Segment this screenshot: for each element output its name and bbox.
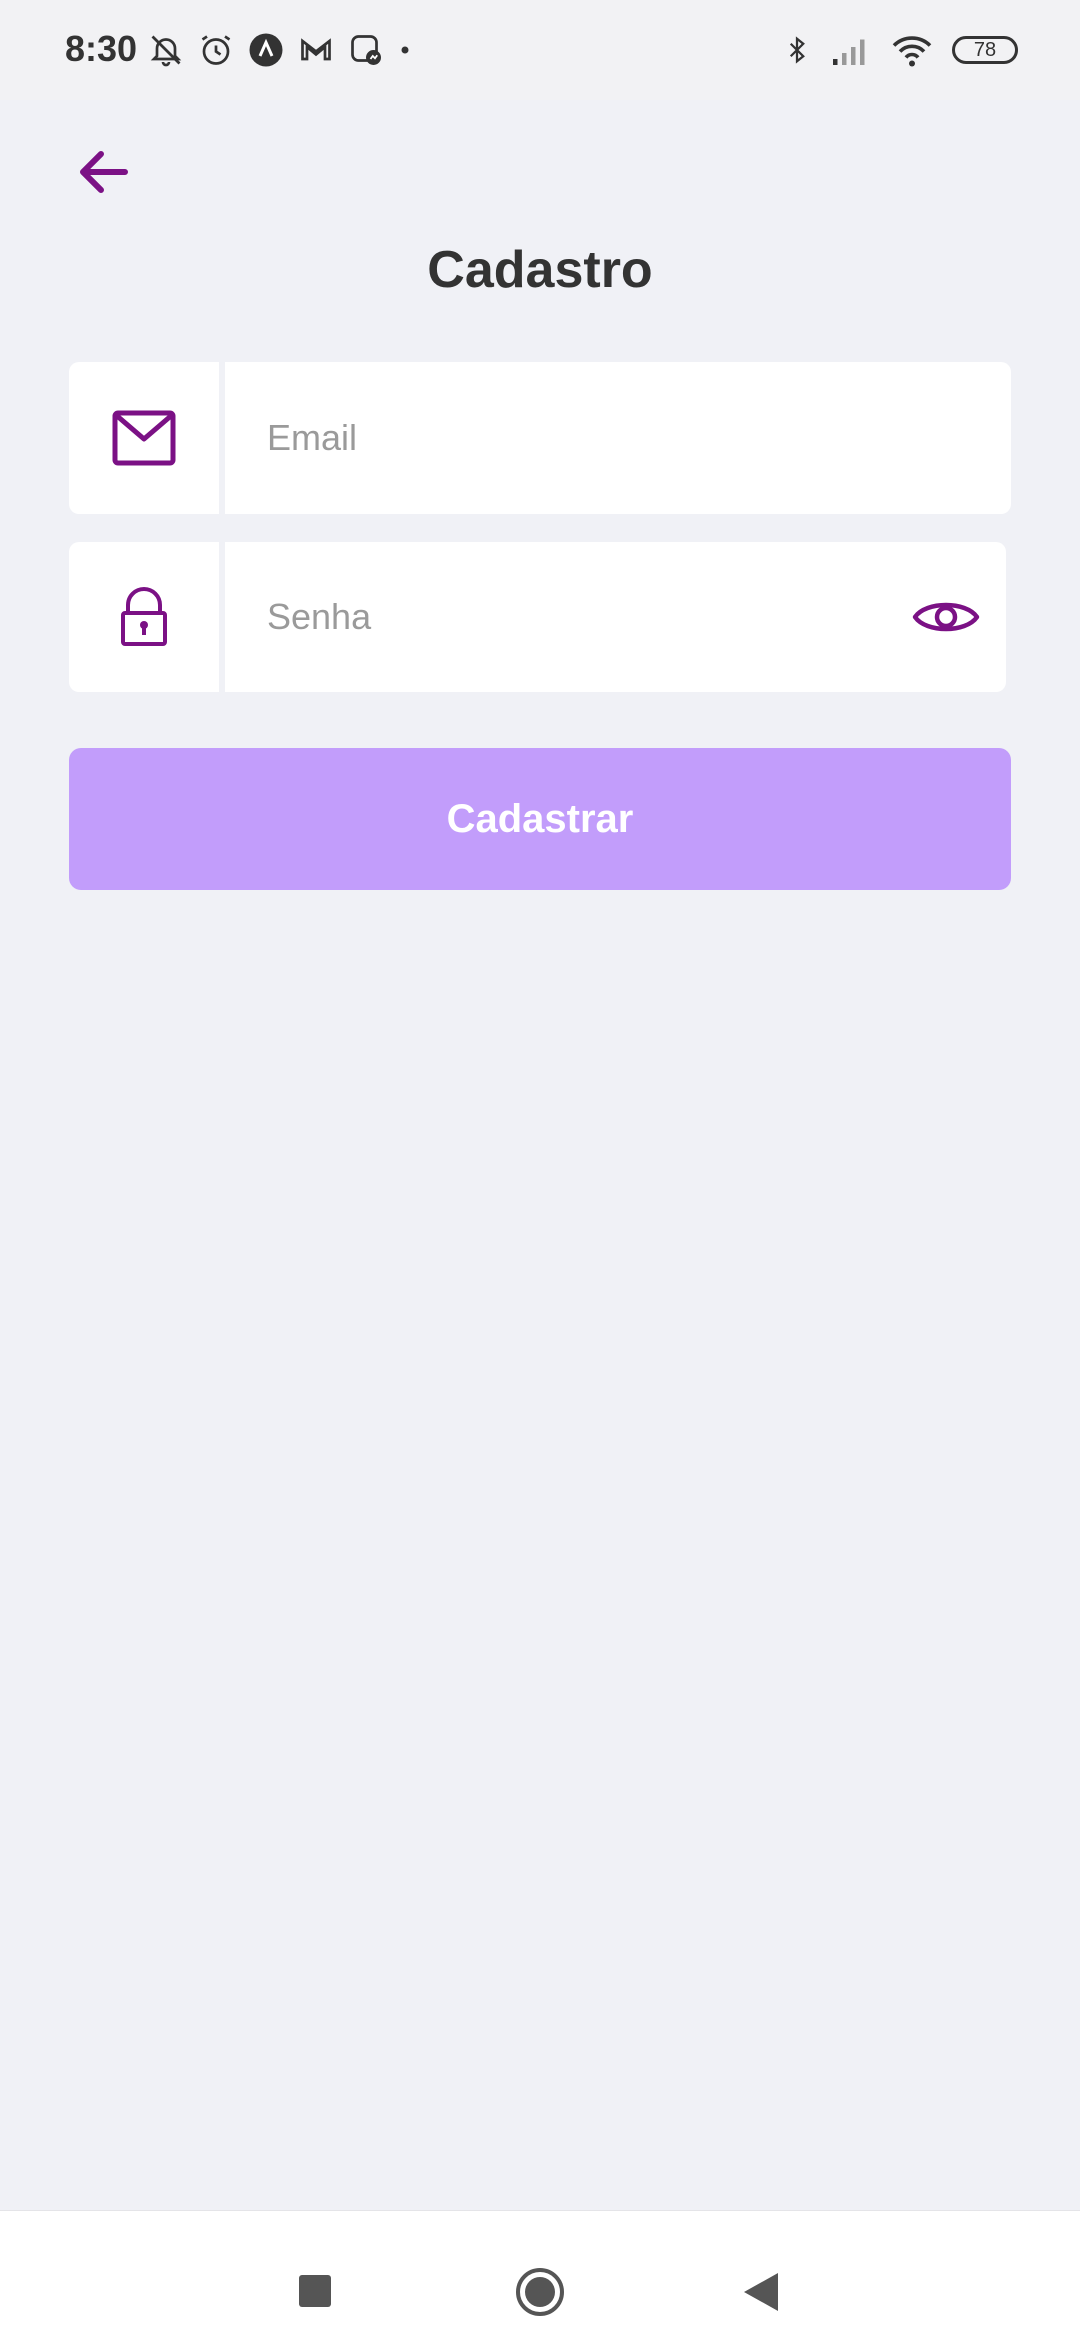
page-title: Cadastro xyxy=(427,241,653,299)
system-icons: 78 xyxy=(782,30,1018,70)
lock-icon xyxy=(121,587,167,646)
email-icon-box xyxy=(69,362,225,514)
recents-button[interactable] xyxy=(299,2275,331,2307)
toggle-password-visibility[interactable] xyxy=(886,542,1006,692)
envelope-icon xyxy=(112,410,176,466)
notification-icons xyxy=(148,30,412,70)
home-button[interactable] xyxy=(515,2267,565,2317)
alarm-icon xyxy=(201,35,231,65)
system-back-button[interactable] xyxy=(742,2271,780,2313)
bluetooth-icon xyxy=(789,36,805,64)
messenger-icon xyxy=(351,35,381,65)
mute-bell-icon xyxy=(150,35,182,67)
password-input[interactable] xyxy=(225,542,886,692)
battery-icon: 78 xyxy=(952,36,1018,64)
arrow-left-icon xyxy=(80,151,128,193)
app-a-icon xyxy=(249,33,283,67)
password-field-container xyxy=(69,542,1006,692)
email-input[interactable] xyxy=(225,362,1011,514)
wifi-icon xyxy=(892,36,932,67)
dot-icon xyxy=(401,46,409,54)
back-button[interactable] xyxy=(70,140,134,204)
status-bar: 8:30 78 xyxy=(0,0,1080,100)
signal-icon xyxy=(833,39,865,65)
status-time: 8:30 xyxy=(65,28,138,69)
system-nav-bar xyxy=(0,2210,1080,2341)
password-icon-box xyxy=(69,542,225,692)
email-field-container xyxy=(69,362,1011,514)
eye-icon xyxy=(912,602,980,632)
gmail-icon xyxy=(301,38,331,61)
battery-level: 78 xyxy=(973,38,997,61)
register-button[interactable]: Cadastrar xyxy=(69,748,1011,890)
